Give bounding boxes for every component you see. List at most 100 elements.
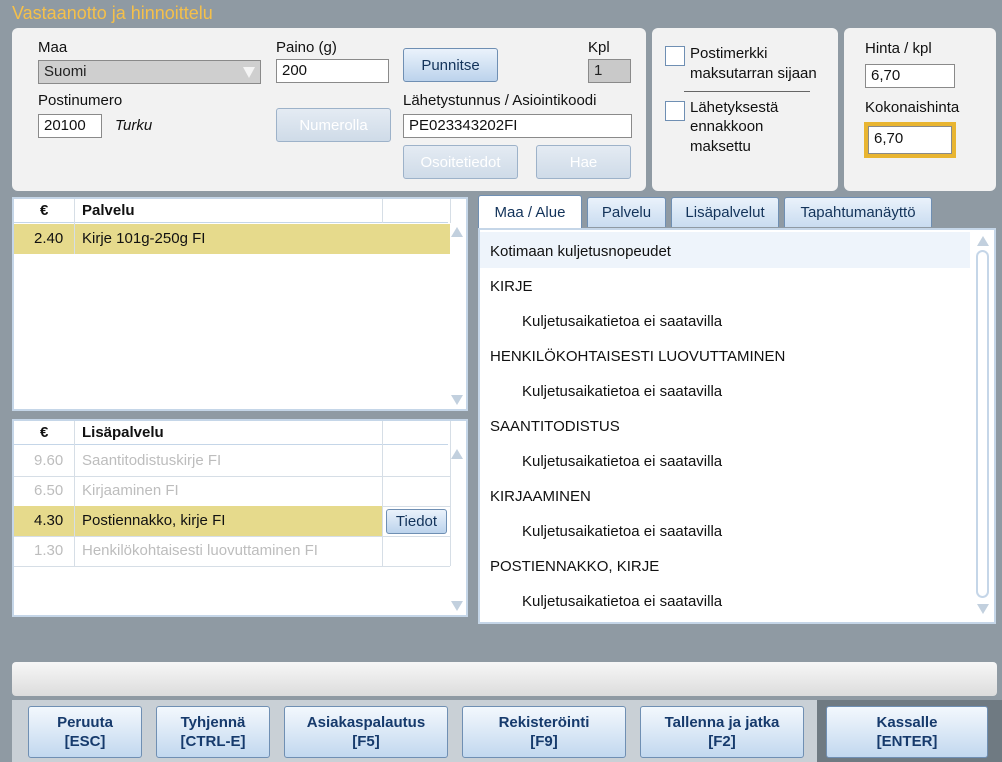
- unit-price-label: Hinta / kpl: [865, 40, 932, 57]
- extra-name: Postiennakko, kirje FI: [82, 512, 226, 529]
- weight-input[interactable]: 200: [276, 59, 389, 83]
- quantity-label: Kpl: [588, 39, 610, 56]
- stamp-checkbox[interactable]: [665, 46, 685, 66]
- address-button[interactable]: Osoitetiedot: [403, 145, 518, 179]
- info-section-title: KIRJAAMINEN: [490, 488, 591, 505]
- unit-price-field: 6,70: [865, 64, 955, 88]
- col-divider: [74, 199, 75, 254]
- info-panel: Kotimaan kuljetusnopeudet KIRJE Kuljetus…: [478, 228, 996, 624]
- scroll-down-arrow-icon[interactable]: [451, 395, 463, 405]
- extras-col-price: €: [40, 424, 49, 441]
- cancel-button[interactable]: Peruuta [ESC]: [28, 706, 142, 758]
- scroll-up-arrow-icon[interactable]: [451, 449, 463, 459]
- tab-event-view[interactable]: Tapahtumanäyttö: [784, 197, 932, 227]
- extra-name: Henkilökohtaisesti luovuttaminen FI: [82, 542, 318, 559]
- info-section-title: SAANTITODISTUS: [490, 418, 620, 435]
- row-divider: [14, 566, 450, 567]
- extra-row-selected[interactable]: 4.30 Postiennakko, kirje FI: [14, 506, 382, 536]
- scroll-down-arrow-icon[interactable]: [451, 601, 463, 611]
- by-number-button[interactable]: Numerolla: [276, 108, 391, 142]
- tab-country-region[interactable]: Maa / Alue: [478, 195, 582, 229]
- fetch-button[interactable]: Hae: [536, 145, 631, 179]
- feedback-label: Asiakaspalautus: [306, 714, 426, 731]
- country-select[interactable]: Suomi: [38, 60, 261, 84]
- quantity-field: 1: [588, 59, 631, 83]
- stamp-label-line1: Postimerkki: [690, 45, 768, 62]
- info-section-title: HENKILÖKOHTAISESTI LUOVUTTAMINEN: [490, 348, 786, 365]
- prepaid-label-line3: maksettu: [690, 138, 751, 155]
- scroll-thumb[interactable]: [976, 250, 989, 598]
- service-row[interactable]: 2.40 Kirje 101g-250g FI: [14, 224, 450, 254]
- info-section-title: KIRJE: [490, 278, 533, 295]
- save-continue-button[interactable]: Tallenna ja jatka [F2]: [640, 706, 804, 758]
- info-section-title: POSTIENNAKKO, KIRJE: [490, 558, 660, 575]
- weigh-button[interactable]: Punnitse: [403, 48, 498, 82]
- prepaid-checkbox[interactable]: [665, 101, 685, 121]
- prepaid-label-line1: Lähetyksestä: [690, 99, 779, 116]
- info-section-detail: Kuljetusaikatietoa ei saatavilla: [522, 313, 723, 330]
- country-label: Maa: [38, 39, 68, 56]
- total-price-label: Kokonaishinta: [865, 99, 960, 116]
- info-section-detail: Kuljetusaikatietoa ei saatavilla: [522, 523, 723, 540]
- extra-row-disabled[interactable]: 9.60 Saantitodistuskirje FI: [14, 446, 450, 476]
- services-table: € Palvelu 2.40 Kirje 101g-250g FI: [12, 197, 468, 411]
- registration-key: [F9]: [530, 733, 558, 750]
- extra-price: 4.30: [34, 512, 64, 529]
- prepaid-label-line2: ennakkoon: [690, 118, 764, 135]
- customer-feedback-button[interactable]: Asiakaspalautus [F5]: [284, 706, 448, 758]
- stamp-label-line2: maksutarran sijaan: [690, 65, 817, 82]
- window-title: Vastaanotto ja hinnoittelu: [12, 3, 213, 23]
- info-heading: Kotimaan kuljetusnopeudet: [490, 243, 671, 260]
- info-section-detail: Kuljetusaikatietoa ei saatavilla: [522, 593, 723, 610]
- col-divider: [382, 421, 383, 566]
- extra-name: Saantitodistuskirje FI: [82, 452, 222, 469]
- info-scrollbar[interactable]: [974, 232, 992, 618]
- country-value: Suomi: [44, 63, 87, 80]
- registration-label: Rekisteröinti: [498, 714, 590, 731]
- services-col-price: €: [40, 202, 49, 219]
- clear-key: [CTRL-E]: [180, 733, 246, 750]
- tracking-label: Lähetystunnus / Asiointikoodi: [403, 92, 597, 109]
- col-divider: [450, 199, 451, 223]
- postcode-input[interactable]: 20100: [38, 114, 102, 138]
- extra-name: Kirjaaminen FI: [82, 482, 179, 499]
- feedback-key: [F5]: [352, 733, 380, 750]
- options-divider: [684, 91, 810, 92]
- extra-row-disabled[interactable]: 1.30 Henkilökohtaisesti luovuttaminen FI: [14, 536, 450, 566]
- chevron-down-icon: [243, 67, 255, 78]
- col-divider: [382, 199, 383, 223]
- extras-table: € Lisäpalvelu 9.60 Saantitodistuskirje F…: [12, 419, 468, 617]
- scroll-down-arrow-icon[interactable]: [977, 604, 989, 614]
- checkout-button[interactable]: Kassalle [ENTER]: [826, 706, 988, 758]
- extras-scrollbar[interactable]: [450, 445, 464, 615]
- services-scrollbar[interactable]: [450, 223, 464, 409]
- weight-label: Paino (g): [276, 39, 337, 56]
- clear-label: Tyhjennä: [180, 714, 246, 731]
- info-section-detail: Kuljetusaikatietoa ei saatavilla: [522, 453, 723, 470]
- save-continue-key: [F2]: [708, 733, 736, 750]
- save-continue-label: Tallenna ja jatka: [664, 714, 780, 731]
- clear-button[interactable]: Tyhjennä [CTRL-E]: [156, 706, 270, 758]
- tab-service[interactable]: Palvelu: [587, 197, 666, 227]
- status-bar: [12, 662, 997, 696]
- tracking-input[interactable]: PE023343202FI: [403, 114, 632, 138]
- col-divider: [74, 421, 75, 566]
- extra-price: 6.50: [34, 482, 64, 499]
- info-section-detail: Kuljetusaikatietoa ei saatavilla: [522, 383, 723, 400]
- service-name: Kirje 101g-250g FI: [82, 230, 206, 247]
- total-price-field: 6,70: [868, 126, 952, 154]
- extras-col-service: Lisäpalvelu: [82, 424, 164, 441]
- cancel-label: Peruuta: [57, 714, 113, 731]
- checkout-label: Kassalle: [876, 714, 938, 731]
- extra-row-disabled[interactable]: 6.50 Kirjaaminen FI: [14, 476, 450, 506]
- services-col-service: Palvelu: [82, 202, 135, 219]
- postcode-label: Postinumero: [38, 92, 123, 109]
- service-price: 2.40: [34, 230, 64, 247]
- registration-button[interactable]: Rekisteröinti [F9]: [462, 706, 626, 758]
- details-button[interactable]: Tiedot: [386, 509, 447, 534]
- scroll-up-arrow-icon[interactable]: [977, 236, 989, 246]
- tab-extra-services[interactable]: Lisäpalvelut: [671, 197, 779, 227]
- city-name: Turku: [115, 117, 153, 134]
- extra-price: 9.60: [34, 452, 64, 469]
- scroll-up-arrow-icon[interactable]: [451, 227, 463, 237]
